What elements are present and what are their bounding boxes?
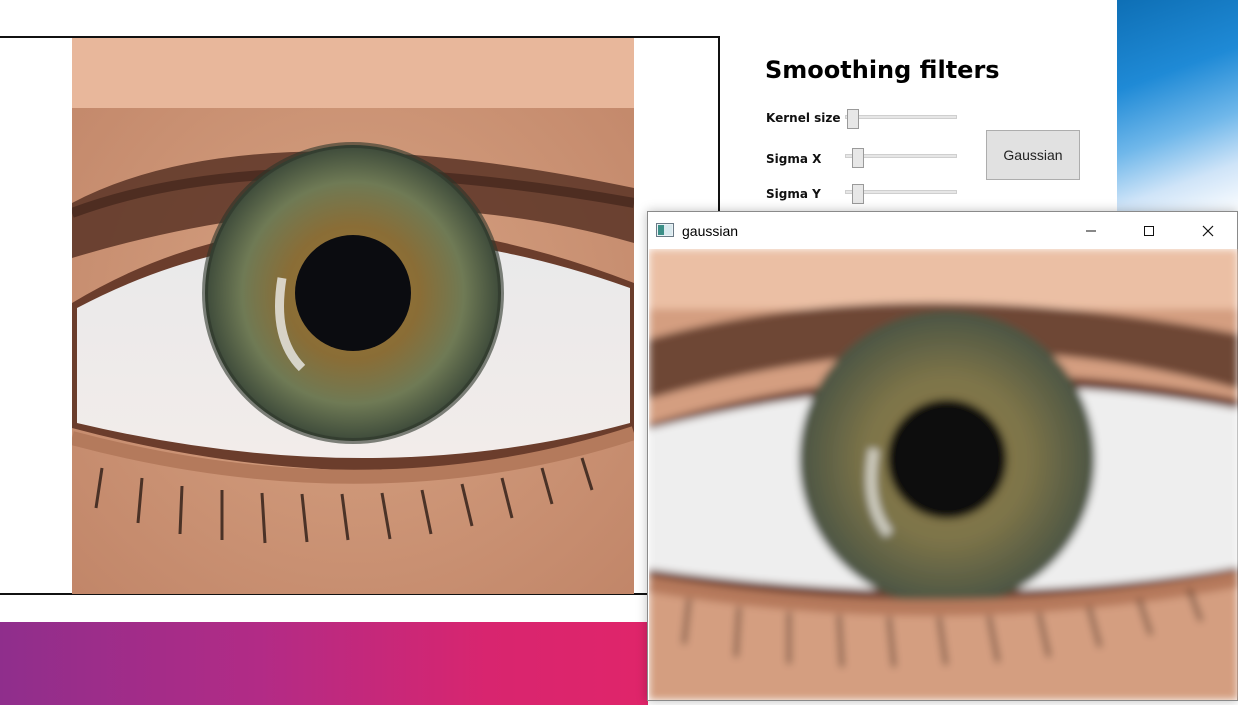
sigma-x-slider[interactable] (845, 148, 957, 168)
kernel-size-slider[interactable] (845, 109, 957, 129)
close-icon (1202, 225, 1214, 236)
sigma-y-slider[interactable] (845, 184, 957, 204)
minimize-button[interactable] (1062, 212, 1120, 249)
gaussian-window: gaussian (647, 211, 1238, 701)
sigma-x-label: Sigma X (766, 152, 822, 166)
close-button[interactable] (1179, 212, 1237, 249)
sigma-y-label: Sigma Y (766, 187, 821, 201)
desktop-wallpaper-bottom (0, 622, 648, 705)
blurred-eye-image (649, 249, 1238, 700)
desktop-wallpaper-right (1117, 0, 1238, 215)
slider-thumb[interactable] (852, 148, 864, 168)
minimize-icon (1086, 230, 1096, 231)
window-titlebar[interactable]: gaussian (648, 212, 1237, 249)
window-title: gaussian (682, 223, 739, 239)
panel-title: Smoothing filters (765, 56, 1000, 84)
slider-thumb[interactable] (847, 109, 859, 129)
slider-track (845, 115, 957, 119)
image-window-icon (656, 223, 674, 237)
gaussian-button[interactable]: Gaussian (986, 130, 1080, 180)
maximize-button[interactable] (1120, 212, 1178, 249)
maximize-icon (1144, 225, 1154, 236)
slider-thumb[interactable] (852, 184, 864, 204)
kernel-size-label: Kernel size (766, 111, 841, 125)
original-eye-image (72, 38, 634, 594)
